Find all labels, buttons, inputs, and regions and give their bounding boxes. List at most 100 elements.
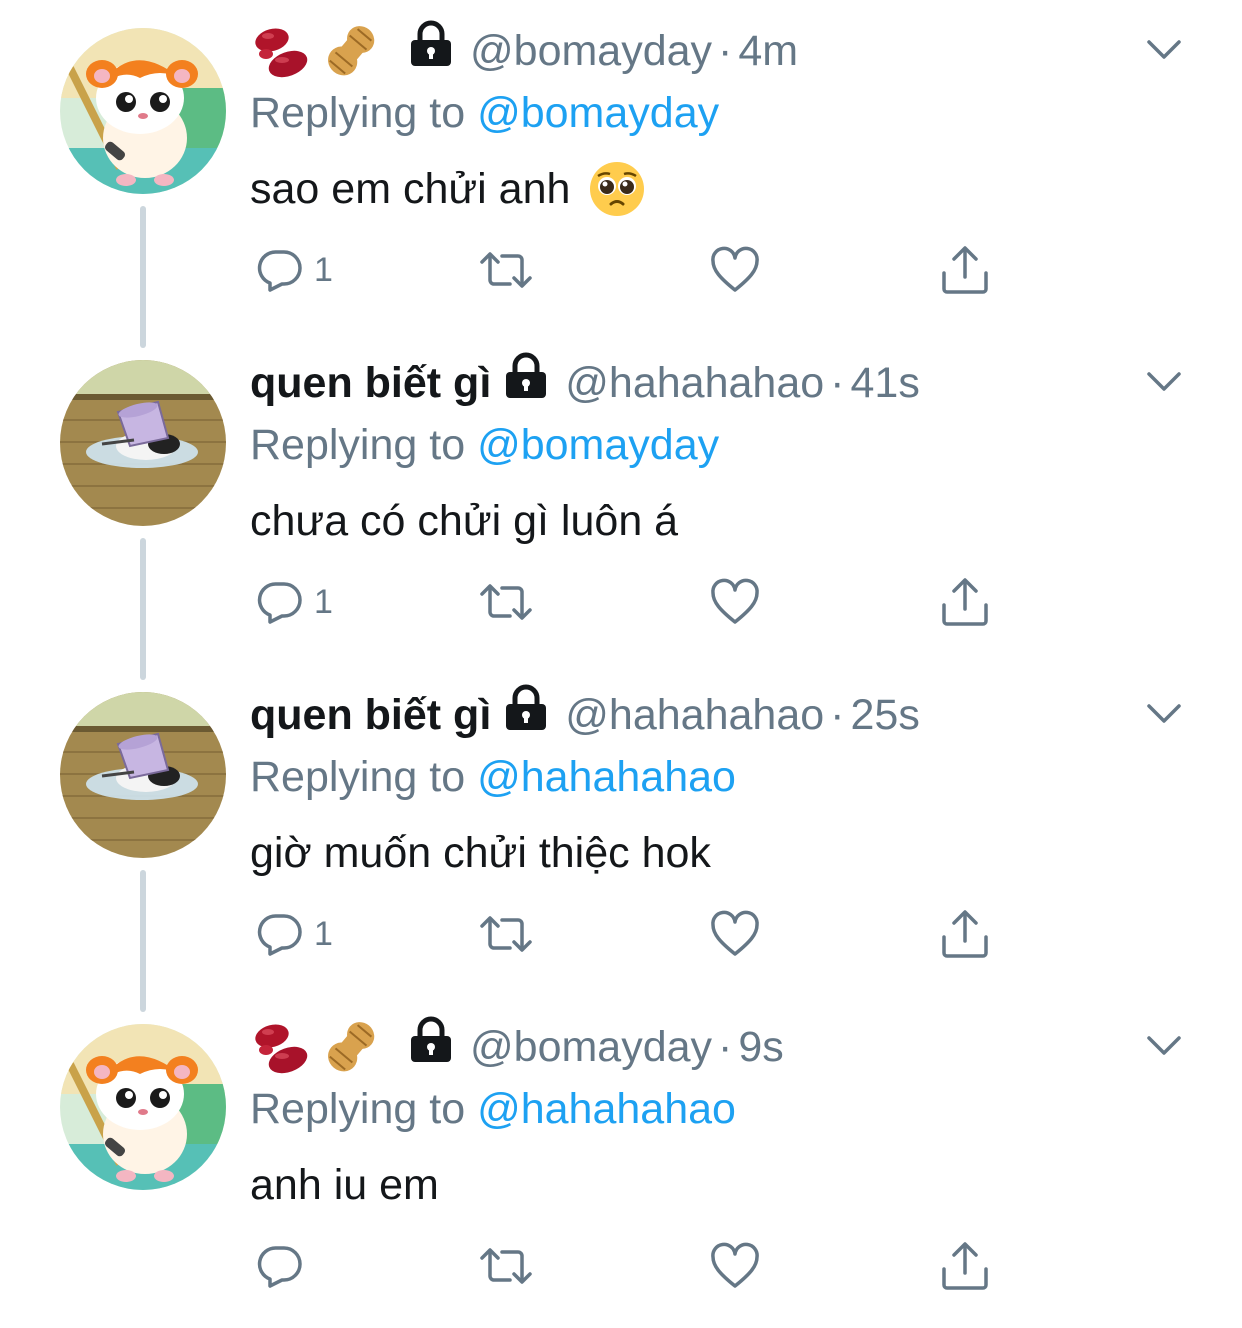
retweet-button[interactable]: [478, 904, 534, 964]
user-handle[interactable]: @bomayday: [470, 22, 712, 80]
heart-icon: [711, 246, 759, 292]
retweet-button[interactable]: [478, 572, 534, 632]
beans-icon: [255, 1024, 308, 1074]
cat-bucket-avatar-image: [60, 360, 226, 526]
lock-icon: [503, 684, 549, 747]
share-button[interactable]: [940, 1236, 990, 1296]
like-button[interactable]: [710, 904, 760, 964]
reply-button[interactable]: 1: [256, 240, 333, 300]
reply-mention-link[interactable]: @hahahahao: [477, 753, 736, 801]
separator-dot: ·: [718, 27, 733, 75]
replying-prefix: Replying to: [250, 1085, 478, 1133]
lock-icon: [408, 20, 454, 83]
user-handle[interactable]: @hahahahao: [565, 686, 824, 744]
timestamp[interactable]: 9s: [738, 1018, 783, 1076]
heart-icon: [711, 578, 759, 624]
tweet-text-container: anh iu em: [250, 1154, 439, 1216]
pleading-face-icon: [590, 162, 645, 216]
avatar[interactable]: [60, 692, 226, 858]
chevron-down-icon[interactable]: [1146, 702, 1182, 726]
tweet[interactable]: @bomayday · 9s Replying to @hahahahao an…: [0, 996, 1242, 1328]
peanut-icon: [328, 26, 375, 76]
tweet-actions: 1: [250, 240, 1010, 300]
tweet-text: chưa có chửi gì luôn á: [250, 497, 679, 545]
retweet-icon: [480, 252, 532, 288]
like-button[interactable]: [710, 240, 760, 300]
tweet-actions: 1: [250, 572, 1010, 632]
share-button[interactable]: [940, 904, 990, 964]
separator-dot: ·: [718, 1023, 733, 1071]
reply-button[interactable]: [256, 1236, 314, 1296]
replying-to: Replying to @hahahahao: [250, 748, 736, 806]
reply-mention-link[interactable]: @hahahahao: [477, 1085, 736, 1133]
reply-icon: [257, 1246, 302, 1288]
replying-to: Replying to @bomayday: [250, 416, 719, 474]
replying-prefix: Replying to: [250, 753, 478, 801]
user-handle[interactable]: @bomayday: [470, 1018, 712, 1076]
hamster-avatar-image: [60, 1024, 226, 1190]
separator-dot: ·: [830, 359, 845, 407]
reply-count: 1: [314, 582, 333, 621]
display-name[interactable]: quen biết gì: [250, 354, 491, 412]
lock-icon: [503, 352, 549, 415]
reply-mention-link[interactable]: @bomayday: [477, 421, 719, 469]
chevron-down-icon[interactable]: [1146, 38, 1182, 62]
tweet-text-container: chưa có chửi gì luôn á: [250, 490, 678, 552]
tweet-text: sao em chửi anh: [250, 165, 571, 213]
tweet[interactable]: quen biết gì @hahahahao · 41s Replying t…: [0, 332, 1242, 664]
reply-count: 1: [314, 914, 333, 953]
share-icon: [942, 1242, 988, 1290]
share-icon: [942, 246, 988, 294]
retweet-button[interactable]: [478, 240, 534, 300]
display-name[interactable]: quen biết gì: [250, 686, 491, 744]
tweet[interactable]: @bomayday · 4m Replying to @bomayday sao…: [0, 0, 1242, 332]
heart-icon: [711, 910, 759, 956]
share-button[interactable]: [940, 240, 990, 300]
chevron-down-icon[interactable]: [1146, 370, 1182, 394]
reply-button[interactable]: 1: [256, 904, 333, 964]
user-handle[interactable]: @hahahahao: [565, 354, 824, 412]
reply-mention-link[interactable]: @bomayday: [477, 89, 719, 137]
tweet-text-container: sao em chửi anh: [250, 158, 646, 220]
separator-dot: ·: [830, 691, 845, 739]
replying-prefix: Replying to: [250, 89, 478, 137]
reply-icon: [257, 914, 302, 956]
name-emojis[interactable]: [250, 22, 390, 80]
heart-icon: [711, 1242, 759, 1288]
reply-icon: [257, 250, 302, 292]
share-button[interactable]: [940, 572, 990, 632]
tweet[interactable]: quen biết gì @hahahahao · 25s Replying t…: [0, 664, 1242, 996]
avatar[interactable]: [60, 28, 226, 194]
tweet-actions: [250, 1236, 1010, 1296]
name-emojis[interactable]: [250, 1018, 390, 1076]
hamster-avatar-image: [60, 28, 226, 194]
avatar[interactable]: [60, 360, 226, 526]
timestamp[interactable]: 4m: [738, 22, 798, 80]
retweet-icon: [480, 1248, 532, 1284]
chevron-down-icon[interactable]: [1146, 1034, 1182, 1058]
like-button[interactable]: [710, 572, 760, 632]
reply-icon: [257, 582, 302, 624]
reply-button[interactable]: 1: [256, 572, 333, 632]
cat-bucket-avatar-image: [60, 692, 226, 858]
timestamp[interactable]: 25s: [851, 686, 920, 744]
tweet-text: anh iu em: [250, 1161, 439, 1209]
tweet-text-container: giờ muốn chửi thiệc hok: [250, 822, 711, 884]
beans-icon: [255, 28, 308, 78]
timestamp[interactable]: 41s: [851, 354, 920, 412]
tweet-actions: 1: [250, 904, 1010, 964]
reply-count: 1: [314, 250, 333, 289]
replying-to: Replying to @hahahahao: [250, 1080, 736, 1138]
like-button[interactable]: [710, 1236, 760, 1296]
retweet-icon: [480, 584, 532, 620]
replying-to: Replying to @bomayday: [250, 84, 719, 142]
replying-prefix: Replying to: [250, 421, 478, 469]
peanut-icon: [328, 1022, 375, 1072]
lock-icon: [408, 1016, 454, 1079]
tweet-text: giờ muốn chửi thiệc hok: [250, 829, 711, 877]
share-icon: [942, 910, 988, 958]
retweet-icon: [480, 916, 532, 952]
avatar[interactable]: [60, 1024, 226, 1190]
share-icon: [942, 578, 988, 626]
retweet-button[interactable]: [478, 1236, 534, 1296]
